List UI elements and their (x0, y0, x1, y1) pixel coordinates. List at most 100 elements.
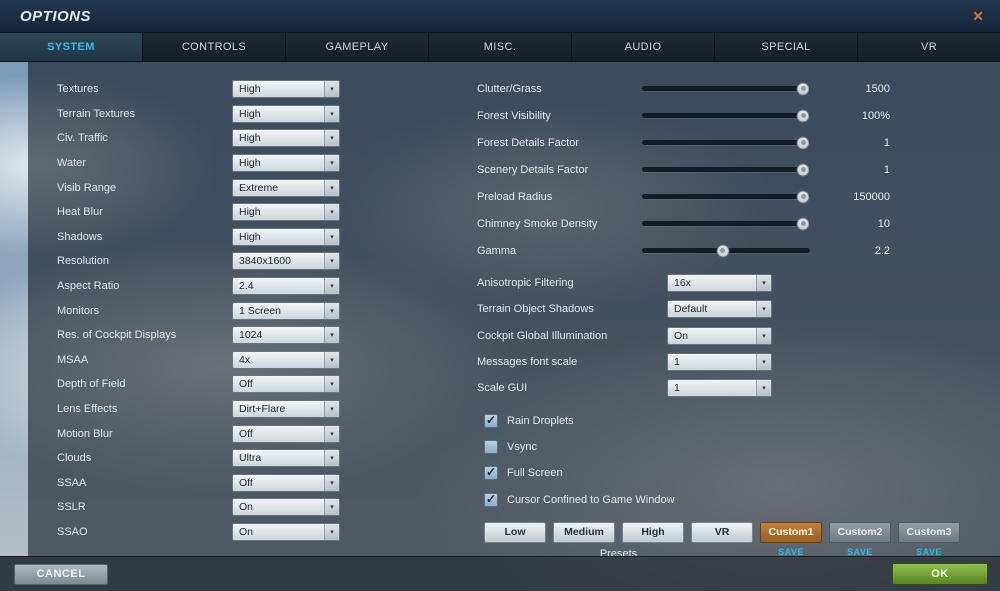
slider-track[interactable] (642, 82, 810, 95)
dropdown-value: High (239, 107, 261, 120)
chevron-down-icon[interactable]: ▾ (324, 425, 339, 442)
slider-row: Gamma 2.2 (477, 237, 890, 264)
dropdown[interactable]: On ▾ (232, 498, 340, 517)
slider-handle[interactable] (796, 190, 810, 203)
tab-label: SYSTEM (47, 41, 95, 53)
chevron-down-icon[interactable]: ▾ (324, 253, 339, 270)
preset-button[interactable]: Custom3 (898, 521, 960, 543)
preset-button[interactable]: Medium (553, 521, 615, 543)
checkbox[interactable] (484, 492, 498, 507)
chevron-down-icon[interactable]: ▾ (324, 351, 339, 368)
dropdown[interactable]: 3840x1600 ▾ (232, 252, 340, 271)
setting-label: Res. of Cockpit Displays (57, 329, 177, 342)
setting-label: Civ. Traffic (57, 132, 108, 145)
dropdown[interactable]: High ▾ (232, 154, 340, 173)
ok-button[interactable]: OK (892, 563, 988, 585)
slider-handle[interactable] (796, 109, 810, 122)
dropdown-value: 3840x1600 (239, 255, 291, 268)
chevron-down-icon[interactable]: ▾ (324, 81, 339, 98)
preset-button[interactable]: Custom2 (829, 521, 891, 543)
chevron-down-icon[interactable]: ▾ (756, 275, 771, 292)
slider-handle[interactable] (796, 217, 810, 230)
dropdown[interactable]: High ▾ (232, 104, 340, 123)
slider-handle[interactable] (716, 244, 730, 257)
dropdown[interactable]: Off ▾ (232, 473, 340, 492)
dropdown-value: Ultra (239, 452, 262, 465)
chevron-down-icon[interactable]: ▾ (324, 105, 339, 122)
dropdown-value: High (239, 83, 261, 96)
chevron-down-icon[interactable]: ▾ (324, 499, 339, 516)
tab[interactable]: VR (858, 33, 1000, 61)
preset-button[interactable]: High (622, 521, 684, 543)
preset-button[interactable]: Low (484, 521, 546, 543)
checkbox-row: Vsync (484, 434, 890, 460)
chevron-down-icon[interactable]: ▾ (756, 327, 771, 344)
close-icon[interactable]: ✕ (972, 9, 984, 23)
dropdown[interactable]: On ▾ (667, 326, 772, 345)
chevron-down-icon[interactable]: ▾ (324, 155, 339, 172)
dropdown[interactable]: 1024 ▾ (232, 326, 340, 345)
dropdown[interactable]: 1 ▾ (667, 379, 772, 398)
slider-track[interactable] (642, 244, 810, 257)
chevron-down-icon[interactable]: ▾ (324, 450, 339, 467)
tab[interactable]: MISC. (429, 33, 572, 61)
tab-label: CONTROLS (181, 41, 247, 53)
slider-label: Preload Radius (477, 190, 553, 203)
dropdown[interactable]: Ultra ▾ (232, 449, 340, 468)
tab[interactable]: SPECIAL (715, 33, 858, 61)
tab[interactable]: CONTROLS (143, 33, 286, 61)
chevron-down-icon[interactable]: ▾ (324, 179, 339, 196)
dropdown[interactable]: 2.4 ▾ (232, 277, 340, 296)
dropdown[interactable]: 1 ▾ (667, 353, 772, 372)
chevron-down-icon[interactable]: ▾ (324, 228, 339, 245)
dropdown-value: 4x (239, 353, 251, 366)
cancel-button[interactable]: CANCEL (14, 563, 108, 585)
slider-track[interactable] (642, 109, 810, 122)
dropdown[interactable]: Off ▾ (232, 375, 340, 394)
dropdown[interactable]: 16x ▾ (667, 274, 772, 293)
chevron-down-icon[interactable]: ▾ (324, 401, 339, 418)
checkbox[interactable] (484, 465, 498, 481)
checkbox[interactable] (484, 439, 498, 454)
chevron-down-icon[interactable]: ▾ (324, 302, 339, 319)
chevron-down-icon[interactable]: ▾ (756, 301, 771, 318)
setting-label: Terrain Object Shadows (477, 303, 594, 316)
chevron-down-icon[interactable]: ▾ (324, 327, 339, 344)
slider-track[interactable] (642, 163, 810, 176)
dropdown[interactable]: High ▾ (232, 227, 340, 246)
preset-button[interactable]: VR (691, 521, 753, 543)
chevron-down-icon[interactable]: ▾ (324, 474, 339, 491)
dropdown[interactable]: High ▾ (232, 203, 340, 222)
slider-handle[interactable] (796, 82, 810, 95)
dropdown[interactable]: Off ▾ (232, 424, 340, 443)
chevron-down-icon[interactable]: ▾ (324, 278, 339, 295)
dropdown[interactable]: 1 Screen ▾ (232, 301, 340, 320)
dropdown[interactable]: Extreme ▾ (232, 178, 340, 197)
tab[interactable]: GAMEPLAY (286, 33, 429, 61)
checkbox[interactable] (484, 413, 498, 428)
chevron-down-icon[interactable]: ▾ (324, 376, 339, 393)
chevron-down-icon[interactable]: ▾ (756, 380, 771, 397)
chevron-down-icon[interactable]: ▾ (324, 204, 339, 221)
slider-label: Clutter/Grass (477, 82, 542, 95)
slider-track[interactable] (642, 217, 810, 230)
dropdown[interactable]: High ▾ (232, 80, 340, 99)
dropdown[interactable]: Dirt+Flare ▾ (232, 400, 340, 419)
slider-handle[interactable] (796, 136, 810, 149)
dropdown[interactable]: Default ▾ (667, 300, 772, 319)
preset-button[interactable]: Custom1 (760, 521, 822, 543)
dropdown[interactable]: High ▾ (232, 129, 340, 148)
slider-track[interactable] (642, 136, 810, 149)
slider-track[interactable] (642, 190, 810, 203)
chevron-down-icon[interactable]: ▾ (756, 354, 771, 371)
chevron-down-icon[interactable]: ▾ (324, 523, 339, 540)
tab[interactable]: SYSTEM (0, 33, 143, 61)
slider-handle[interactable] (796, 163, 810, 176)
tab[interactable]: AUDIO (572, 33, 715, 61)
chevron-down-icon[interactable]: ▾ (324, 130, 339, 147)
settings-row: Water High ▾ (57, 151, 477, 176)
dropdown[interactable]: On ▾ (232, 522, 340, 541)
dropdown[interactable]: 4x ▾ (232, 350, 340, 369)
tab-label: GAMEPLAY (325, 41, 389, 53)
slider-value: 1 (883, 136, 890, 149)
